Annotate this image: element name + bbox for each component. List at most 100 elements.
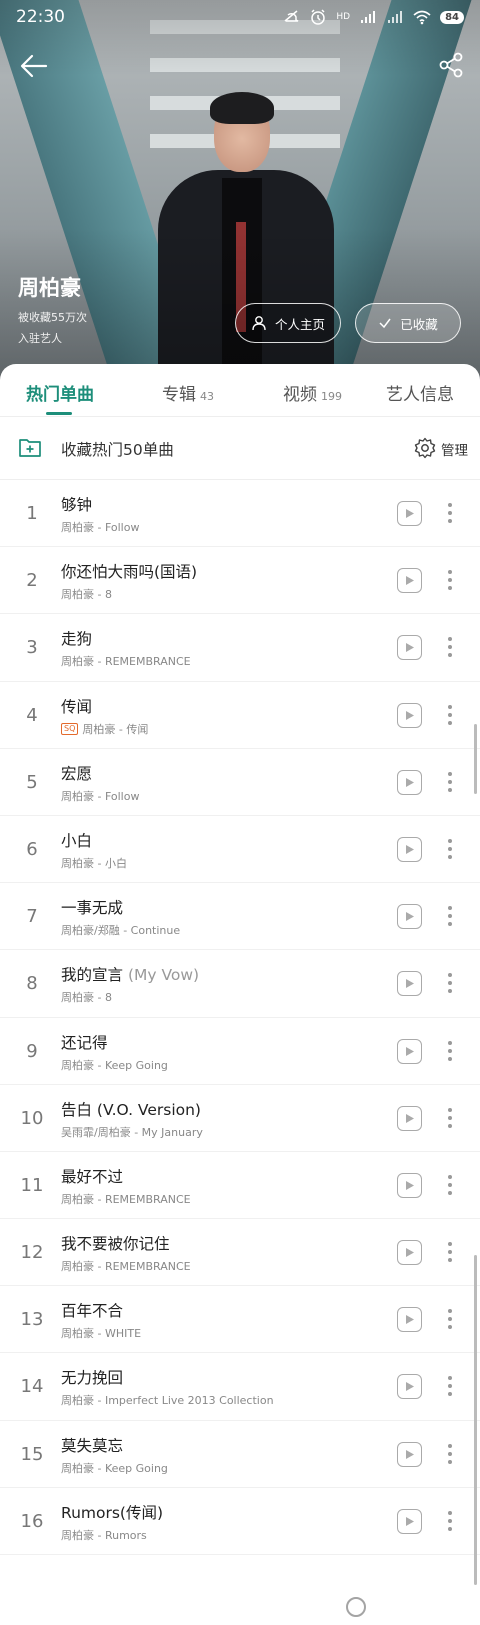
manage-button[interactable]: 管理 [441,439,468,459]
play-video-button[interactable] [397,501,422,526]
song-subtitle: 周柏豪 - Rumors [61,1527,147,1543]
more-options-icon[interactable] [444,835,456,863]
more-options-icon[interactable] [444,633,456,661]
share-icon[interactable] [436,50,466,80]
more-options-icon[interactable] [444,1171,456,1199]
more-options-icon[interactable] [444,1037,456,1065]
play-icon [406,1516,414,1526]
play-video-button[interactable] [397,1441,422,1467]
play-video-button[interactable] [397,904,422,930]
wifi-icon [413,10,431,25]
tab-videos-label: 视频 [283,385,317,405]
play-video-button[interactable] [397,1307,422,1333]
song-row[interactable]: 8 我的宣言 (My Vow) 周柏豪 - 8 [0,950,480,1018]
play-video-button[interactable] [397,1172,422,1198]
song-title-text: 宏愿 [61,764,93,783]
play-icon [406,1248,414,1258]
play-icon [406,844,414,854]
play-video-button[interactable] [397,769,422,795]
song-title-text: 还记得 [61,1033,108,1052]
song-row[interactable]: 3 走狗 周柏豪 - REMEMBRANCE [0,614,480,682]
song-rank: 12 [20,1242,44,1264]
tab-hot-songs[interactable]: 热门单曲 [26,380,94,405]
signal-icon [388,11,403,23]
tab-albums[interactable]: 专辑 43 [162,380,214,405]
more-options-icon[interactable] [444,701,456,729]
more-options-icon[interactable] [444,1305,456,1333]
song-title-suffix: (My Vow) [123,966,200,985]
song-row[interactable]: 10 告白 (V.O. Version) 吴雨霏/周柏豪 - My Januar… [0,1085,480,1152]
play-icon [406,1180,414,1190]
play-icon [406,1046,414,1056]
song-subtitle: 周柏豪 - WHITE [61,1325,141,1341]
song-artist-album: 周柏豪 - Rumors [61,1528,147,1542]
song-title: 一事无成 [61,896,123,918]
song-row[interactable]: 5 宏愿 周柏豪 - Follow [0,749,480,816]
active-tab-indicator [46,412,72,415]
song-rank: 15 [20,1443,44,1465]
more-options-icon[interactable] [444,768,456,796]
more-options-icon[interactable] [444,499,456,527]
song-rank: 3 [26,637,38,659]
song-rank: 2 [26,570,38,592]
song-subtitle: 周柏豪/郑融 - Continue [61,922,180,938]
song-title-text: 莫失莫忘 [61,1436,124,1455]
more-options-icon[interactable] [444,1440,456,1468]
tab-albums-count: 43 [200,390,214,403]
scrollbar-thumb[interactable] [474,724,477,794]
song-title: 够钟 [61,493,92,515]
play-video-button[interactable] [397,1240,422,1266]
more-options-icon[interactable] [444,1238,456,1266]
more-options-icon[interactable] [444,566,456,594]
song-row[interactable]: 1 够钟 周柏豪 - Follow [0,480,480,548]
song-subtitle: 周柏豪 - Follow [61,519,139,535]
play-video-button[interactable] [397,971,422,997]
favorited-button[interactable]: 已收藏 [355,303,461,343]
song-row[interactable]: 12 我不要被你记住 周柏豪 - REMEMBRANCE [0,1219,480,1287]
tab-artist-info[interactable]: 艺人信息 [386,380,454,405]
check-icon [379,318,391,329]
song-row[interactable]: 9 还记得 周柏豪 - Keep Going [0,1018,480,1085]
song-title-text: 告白 (V.O. Version) [61,1100,201,1119]
play-video-button[interactable] [397,568,422,594]
tab-videos[interactable]: 视频 199 [283,380,342,405]
song-row[interactable]: 4 传闻 SQ 周柏豪 - 传闻 [0,682,480,749]
play-video-button[interactable] [397,702,422,728]
song-row[interactable]: 13 百年不合 周柏豪 - WHITE [0,1286,480,1354]
play-video-button[interactable] [397,1508,422,1534]
song-row[interactable]: 6 小白 周柏豪 - 小白 [0,816,480,884]
gear-icon[interactable] [414,437,436,459]
collect-top50-button[interactable]: 收藏热门50单曲 [61,438,174,460]
scrollbar-thumb[interactable] [474,1255,477,1585]
song-subtitle: 周柏豪 - REMEMBRANCE [61,1191,191,1207]
more-options-icon[interactable] [444,969,456,997]
more-options-icon[interactable] [444,902,456,930]
play-video-button[interactable] [397,836,422,862]
add-folder-icon[interactable] [18,435,42,459]
song-artist-album: 周柏豪 - Keep Going [61,1058,168,1072]
song-artist-album: 周柏豪 - Follow [61,521,140,534]
play-icon [406,1382,414,1392]
song-title: 无力挽回 [61,1366,123,1388]
song-row[interactable]: 15 莫失莫忘 周柏豪 - Keep Going [0,1421,480,1488]
song-subtitle: 周柏豪 - 8 [61,586,112,602]
back-arrow-icon[interactable] [18,50,50,82]
more-options-icon[interactable] [444,1104,456,1132]
play-video-button[interactable] [397,1105,422,1131]
artist-homepage-button[interactable]: 个人主页 [235,303,341,343]
song-rank: 4 [26,704,38,726]
song-row[interactable]: 16 Rumors(传闻) 周柏豪 - Rumors [0,1488,480,1555]
play-video-button[interactable] [397,1374,422,1400]
tab-hot-songs-label: 热门单曲 [26,385,94,405]
song-row[interactable]: 11 最好不过 周柏豪 - REMEMBRANCE [0,1152,480,1220]
more-options-icon[interactable] [444,1507,456,1535]
more-options-icon[interactable] [444,1372,456,1400]
favorited-label: 已收藏 [400,316,438,332]
song-row[interactable]: 14 无力挽回 周柏豪 - Imperfect Live 2013 Collec… [0,1353,480,1421]
play-video-button[interactable] [397,1038,422,1064]
song-subtitle: 吴雨霏/周柏豪 - My January [61,1124,203,1140]
song-subtitle: 周柏豪 - REMEMBRANCE [61,1258,191,1274]
song-row[interactable]: 2 你还怕大雨吗(国语) 周柏豪 - 8 [0,547,480,615]
song-row[interactable]: 7 一事无成 周柏豪/郑融 - Continue [0,883,480,951]
play-video-button[interactable] [397,635,422,661]
